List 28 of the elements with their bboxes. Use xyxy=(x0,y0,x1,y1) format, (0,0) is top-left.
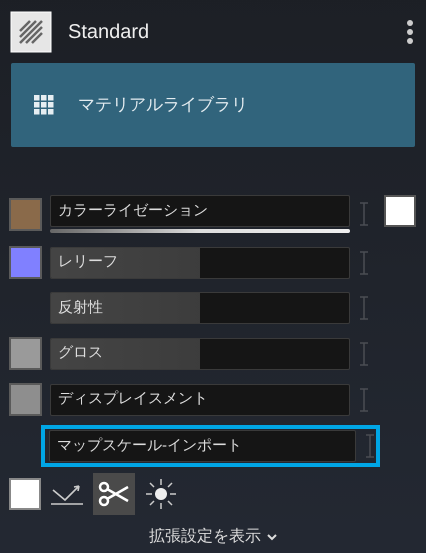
texture-swatch[interactable] xyxy=(9,337,42,370)
channel-label: レリーフ xyxy=(57,252,119,272)
texture-swatch[interactable] xyxy=(9,198,42,230)
text-cursor-icon xyxy=(358,295,370,321)
text-cursor-icon xyxy=(358,201,370,227)
material-thumbnail-icon[interactable] xyxy=(10,11,52,53)
grid-icon xyxy=(34,95,54,115)
channel-label: マップスケール-インポート xyxy=(56,436,243,456)
channel-slider[interactable]: レリーフ xyxy=(50,246,350,278)
text-cursor-icon xyxy=(364,433,376,459)
channel-slider[interactable]: グロス xyxy=(50,338,350,370)
color-swatch[interactable] xyxy=(384,195,416,227)
channel-slider[interactable]: 反射性 xyxy=(50,292,350,324)
chevron-down-icon xyxy=(267,533,277,541)
material-library-button[interactable]: マテリアルライブラリ xyxy=(11,63,415,147)
texture-swatch[interactable] xyxy=(9,246,42,279)
more-options-icon[interactable] xyxy=(406,19,414,45)
text-cursor-icon xyxy=(358,386,370,412)
texture-swatch[interactable] xyxy=(9,383,42,416)
show-advanced-settings-link[interactable]: 拡張設定を表示 xyxy=(149,525,277,549)
text-cursor-icon xyxy=(358,250,370,276)
channel-label: グロス xyxy=(57,343,104,364)
channel-label: 反射性 xyxy=(57,298,104,318)
text-cursor-icon xyxy=(358,340,370,366)
channel-slider[interactable]: マップスケール-インポート xyxy=(49,430,356,462)
color-swatch[interactable] xyxy=(9,478,41,510)
material-name: Standard xyxy=(68,20,150,45)
scissors-icon[interactable] xyxy=(93,473,135,515)
